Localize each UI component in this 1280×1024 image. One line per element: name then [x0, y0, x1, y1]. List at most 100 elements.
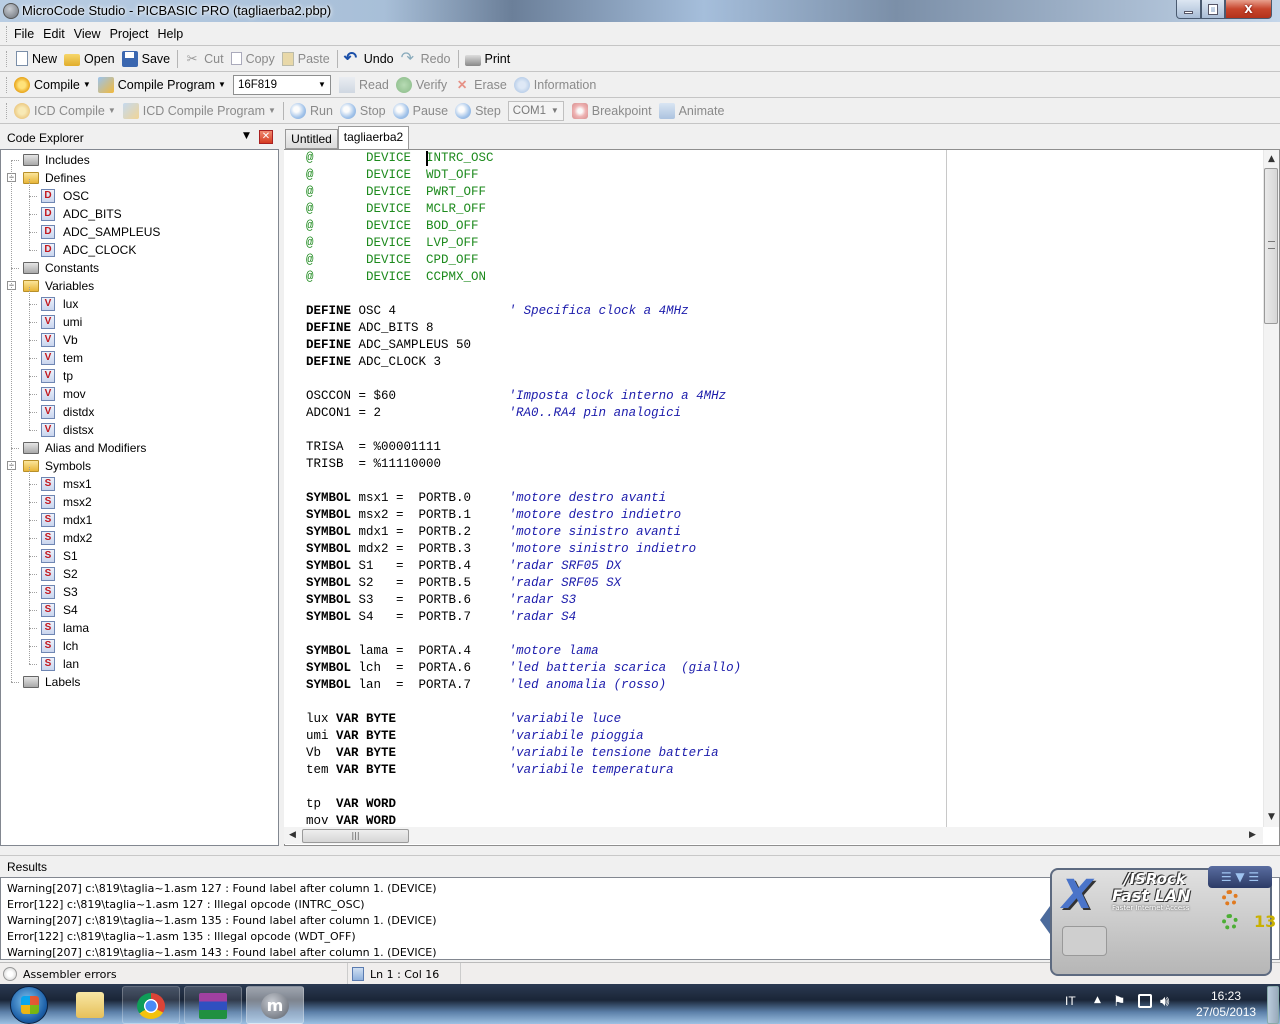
code-line[interactable]: @ DEVICE PWRT_OFF: [306, 184, 741, 201]
scroll-up-icon[interactable]: ▲: [1268, 154, 1275, 164]
new-button[interactable]: New: [14, 51, 57, 66]
icd-compile-button[interactable]: ICD Compile ▼: [14, 102, 116, 119]
device-select[interactable]: 16F819 ▼: [232, 74, 331, 95]
code-line[interactable]: @ DEVICE LVP_OFF: [306, 235, 741, 252]
compile-button[interactable]: Compile ▼: [14, 76, 91, 93]
tree-item[interactable]: Slama: [29, 619, 89, 637]
widget-menu-button[interactable]: ☰ ▼ ☰: [1208, 866, 1272, 888]
code-line[interactable]: [306, 694, 741, 711]
compile-program-button[interactable]: Compile Program ▼: [97, 76, 226, 93]
code-line[interactable]: umi VAR BYTE 'variabile pioggia: [306, 728, 741, 745]
code-line[interactable]: OSCCON = $60 'Imposta clock interno a 4M…: [306, 388, 741, 405]
chevron-down-icon[interactable]: ▼: [83, 80, 91, 89]
icd-compile-program-button[interactable]: ICD Compile Program ▼: [122, 102, 276, 119]
volume-icon[interactable]: 🔊︎: [1160, 992, 1169, 1010]
code-line[interactable]: DEFINE ADC_BITS 8: [306, 320, 741, 337]
clock-time[interactable]: 16:23: [1211, 989, 1241, 1003]
menu-help[interactable]: Help: [157, 27, 183, 41]
tree-item[interactable]: S S1: [29, 547, 78, 565]
tree-item[interactable]: D OSC: [29, 187, 89, 205]
code-line[interactable]: @ DEVICE CPD_OFF: [306, 252, 741, 269]
pause-button[interactable]: Pause: [392, 102, 448, 119]
code-line[interactable]: [306, 473, 741, 490]
paste-button[interactable]: Paste: [281, 51, 330, 66]
tree-folder-constants[interactable]: Constants: [11, 259, 99, 277]
close-button[interactable]: X: [1225, 0, 1272, 19]
code-line[interactable]: DEFINE ADC_SAMPLEUS 50: [306, 337, 741, 354]
tree-item[interactable]: Vmov: [29, 385, 86, 403]
cut-button[interactable]: ✂ Cut: [184, 51, 224, 67]
code-line[interactable]: [306, 422, 741, 439]
menu-file[interactable]: File: [14, 27, 34, 41]
taskbar-winrar[interactable]: [184, 986, 242, 1024]
code-line[interactable]: ADCON1 = 2 'RA0..RA4 pin analogici: [306, 405, 741, 422]
information-button[interactable]: Information: [513, 76, 596, 93]
undo-button[interactable]: ↶ Undo: [344, 50, 394, 67]
clock-date[interactable]: 27/05/2013: [1196, 1005, 1256, 1019]
run-button[interactable]: Run: [289, 102, 333, 119]
breakpoint-button[interactable]: Breakpoint: [571, 102, 652, 119]
tree-folder-includes[interactable]: Includes: [11, 151, 90, 169]
code-line[interactable]: DEFINE OSC 4 ' Specifica clock a 4MHz: [306, 303, 741, 320]
tree-item[interactable]: D ADC_SAMPLEUS: [29, 223, 160, 241]
copy-button[interactable]: Copy: [230, 52, 275, 66]
explorer-menu-chevron-icon[interactable]: ▼: [243, 131, 250, 141]
tree-item[interactable]: D ADC_BITS: [29, 205, 122, 223]
code-line[interactable]: @ DEVICE WDT_OFF: [306, 167, 741, 184]
app-icon[interactable]: [3, 3, 19, 19]
tree-folder-symbols[interactable]: − Symbols: [7, 457, 91, 475]
taskbar-microcode-studio[interactable]: m: [246, 986, 304, 1024]
code-line[interactable]: [306, 779, 741, 796]
chevron-down-icon[interactable]: ▼: [268, 106, 276, 115]
code-line[interactable]: DEFINE ADC_CLOCK 3: [306, 354, 741, 371]
tree-item[interactable]: S S4: [29, 601, 78, 619]
tree-folder-defines[interactable]: − Defines: [7, 169, 86, 187]
tree-item[interactable]: Vtp: [29, 367, 73, 385]
code-line[interactable]: SYMBOL mdx2 = PORTB.3 'motore sinistro i…: [306, 541, 741, 558]
code-line[interactable]: [306, 626, 741, 643]
code-line[interactable]: SYMBOL msx2 = PORTB.1 'motore destro ind…: [306, 507, 741, 524]
tree-item[interactable]: V Vb: [29, 331, 78, 349]
language-indicator[interactable]: IT: [1065, 994, 1076, 1008]
code-text[interactable]: @ DEVICE INTRC_OSC @ DEVICE WDT_OFF @ DEVI…: [306, 150, 741, 830]
code-line[interactable]: TRISB = %11110000: [306, 456, 741, 473]
tree-item[interactable]: Vdistsx: [29, 421, 94, 439]
open-button[interactable]: Open: [64, 51, 115, 66]
code-line[interactable]: SYMBOL S2 = PORTB.5 'radar SRF05 SX: [306, 575, 741, 592]
scroll-down-icon[interactable]: ▼: [1268, 812, 1275, 822]
code-line[interactable]: tem VAR BYTE 'variabile temperatura: [306, 762, 741, 779]
com-port-select[interactable]: COM1 ▼: [507, 100, 564, 121]
code-line[interactable]: SYMBOL mdx1 = PORTB.2 'motore sinistro a…: [306, 524, 741, 541]
code-line[interactable]: lux VAR BYTE 'variabile luce: [306, 711, 741, 728]
code-line[interactable]: @ DEVICE CCPMX_ON: [306, 269, 741, 286]
tree-item[interactable]: Vtem: [29, 349, 83, 367]
tree-item[interactable]: Smdx2: [29, 529, 92, 547]
code-line[interactable]: TRISA = %00001111: [306, 439, 741, 456]
start-button[interactable]: [10, 986, 48, 1024]
show-desktop-button[interactable]: [1267, 986, 1279, 1024]
tree-item[interactable]: Slch: [29, 637, 78, 655]
stop-button[interactable]: Stop: [339, 102, 386, 119]
tree-item[interactable]: Smsx2: [29, 493, 92, 511]
tab-tagliaerba2[interactable]: tagliaerba2: [338, 126, 409, 150]
code-line[interactable]: [306, 286, 741, 303]
chevron-down-icon[interactable]: ▼: [108, 106, 116, 115]
tree-item[interactable]: Vdistdx: [29, 403, 94, 421]
tree-item[interactable]: S S2: [29, 565, 78, 583]
tree-item[interactable]: Smsx1: [29, 475, 92, 493]
show-hidden-icons-icon[interactable]: ▲: [1094, 995, 1101, 1005]
verify-button[interactable]: Verify: [395, 76, 447, 93]
horizontal-scroll-thumb[interactable]: |||: [302, 829, 409, 843]
tree-folder-alias[interactable]: Alias and Modifiers: [11, 439, 146, 457]
scroll-right-icon[interactable]: ▶: [1249, 830, 1256, 840]
code-line[interactable]: SYMBOL lch = PORTA.6 'led batteria scari…: [306, 660, 741, 677]
explorer-close-button[interactable]: ✕: [259, 130, 273, 144]
tree-item[interactable]: D ADC_CLOCK: [29, 241, 136, 259]
redo-button[interactable]: ↷ Redo: [401, 50, 451, 67]
code-line[interactable]: [306, 371, 741, 388]
animate-button[interactable]: Animate: [658, 102, 724, 119]
code-line[interactable]: SYMBOL lama = PORTA.4 'motore lama: [306, 643, 741, 660]
asrock-xfast-lan-widget[interactable]: X /ISRock Fast LAN Faster Internet Acces…: [1040, 860, 1280, 982]
vertical-scroll-thumb[interactable]: [1264, 168, 1278, 324]
tree-folder-variables[interactable]: − Variables: [7, 277, 94, 295]
